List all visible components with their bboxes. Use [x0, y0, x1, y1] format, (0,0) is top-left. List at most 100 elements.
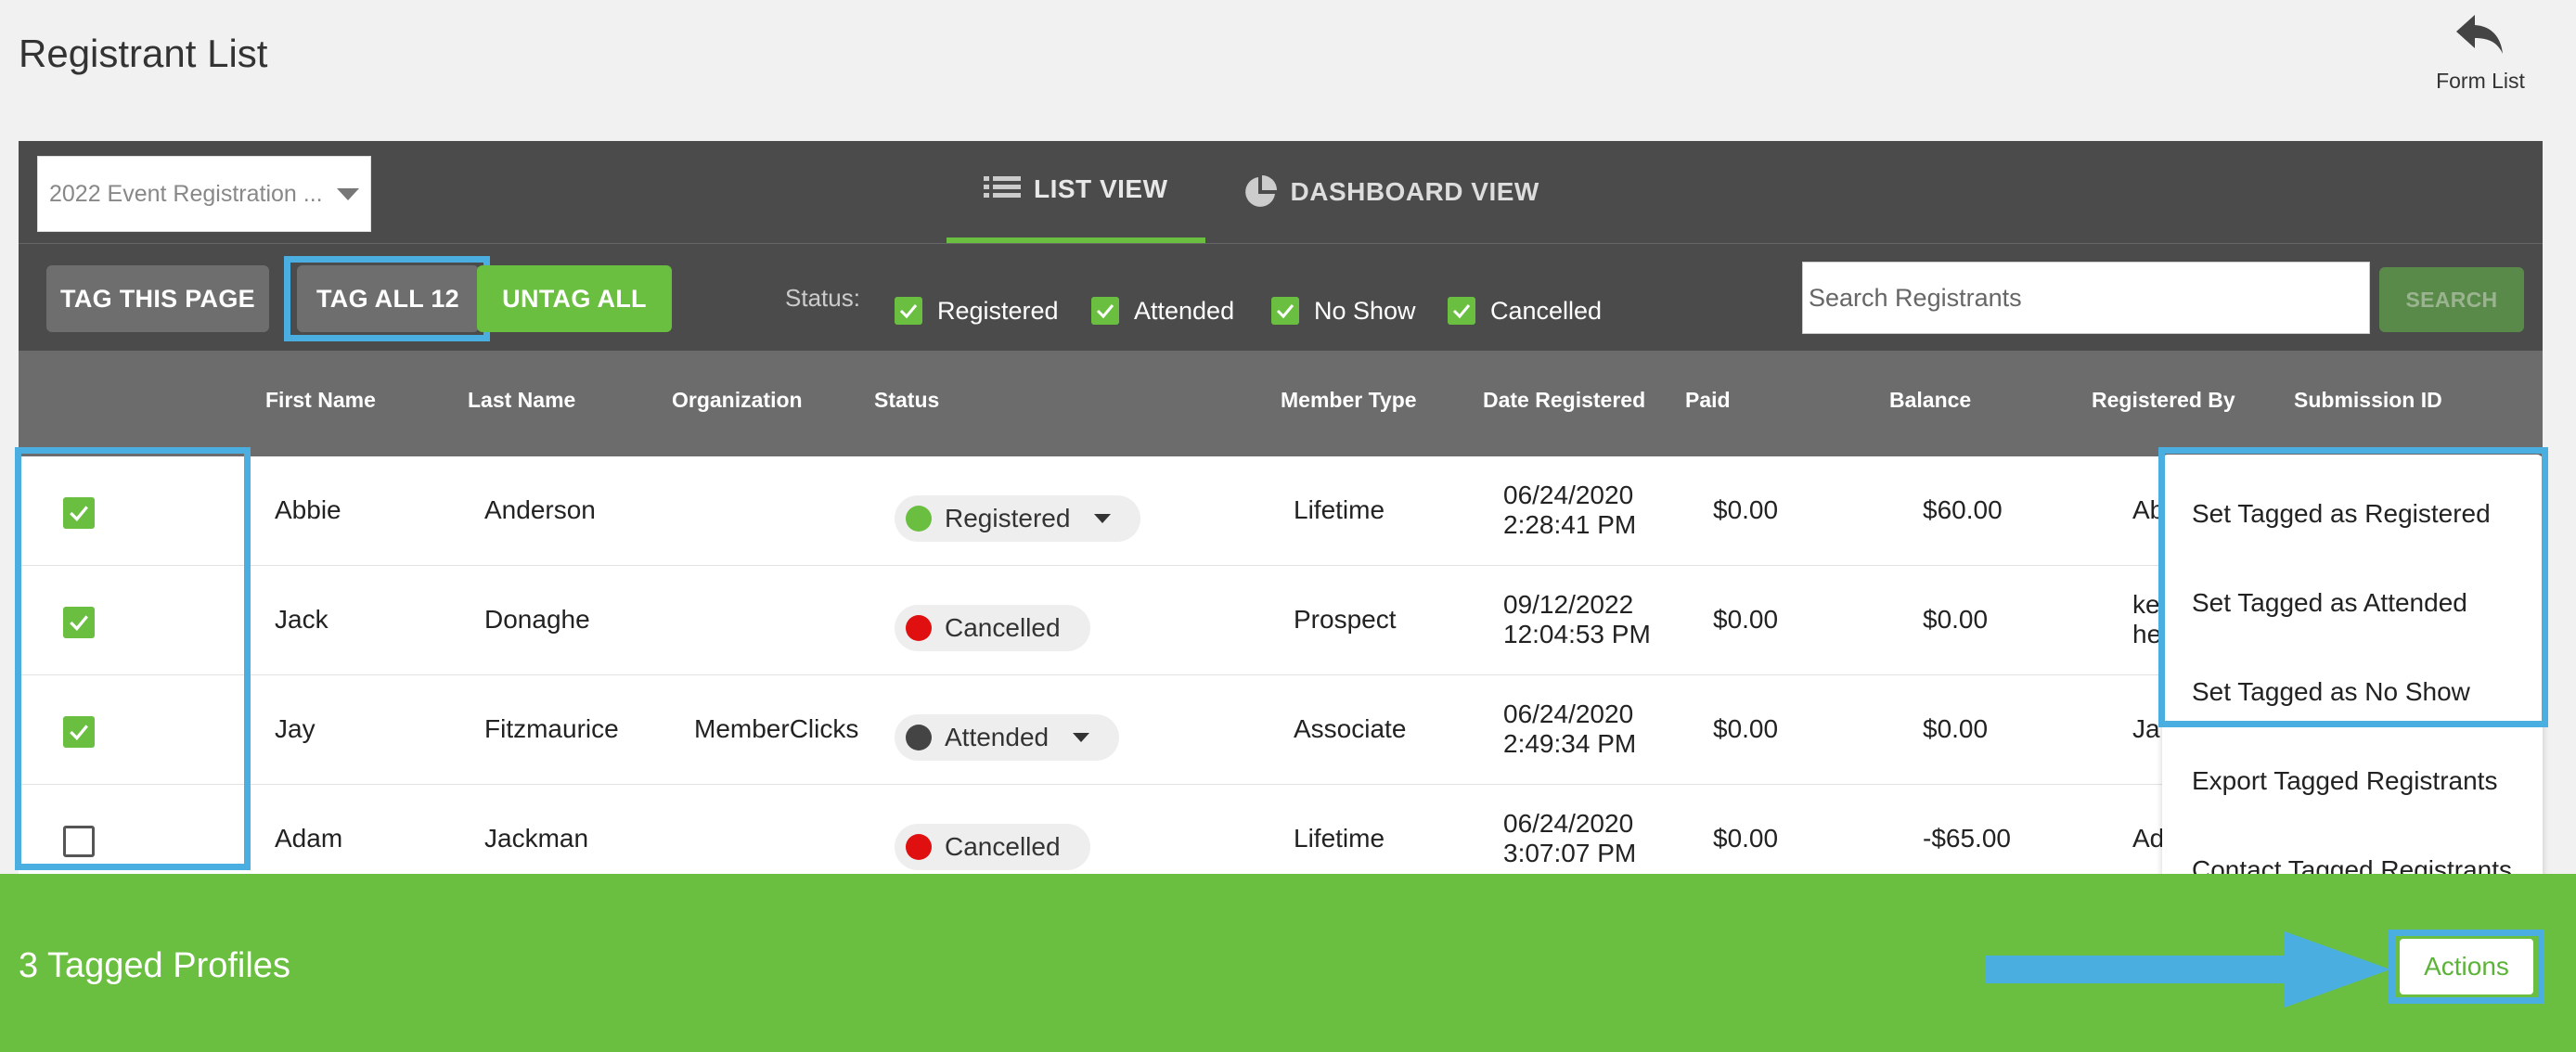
row-checkbox[interactable] [63, 607, 95, 638]
tag-all-button[interactable]: TAG ALL 12 [297, 265, 479, 332]
first-name: Jay [275, 714, 316, 743]
first-name: Abbie [275, 495, 341, 524]
status-value: Cancelled [945, 832, 1061, 861]
event-select-value: 2022 Event Registration ... [49, 180, 323, 207]
column-header[interactable]: Balance [1889, 388, 1971, 413]
status-filter-attended-label: Attended [1134, 296, 1235, 325]
tab-dashboard-view[interactable]: DASHBOARD VIEW [1205, 141, 1577, 243]
status-filter-registered-label: Registered [937, 296, 1059, 325]
paid: $0.00 [1713, 605, 1779, 634]
status-badge: Cancelled [895, 605, 1090, 651]
menu-item-set-registered[interactable]: Set Tagged as Registered [2192, 499, 2491, 529]
status-filter-registered[interactable]: Registered [895, 282, 1059, 340]
registered-by: Ab [2132, 495, 2165, 524]
member-type: Lifetime [1294, 824, 1385, 853]
checkbox-checked-icon [895, 297, 922, 325]
column-header[interactable]: Paid [1685, 388, 1731, 413]
status-badge: Cancelled [895, 824, 1090, 870]
page-title: Registrant List [19, 32, 268, 75]
list-icon [984, 176, 1021, 198]
balance: -$65.00 [1923, 824, 2011, 853]
tab-list-view[interactable]: LIST VIEW [947, 141, 1205, 243]
checkmark-icon [70, 506, 88, 521]
status-filter-cancelled-label: Cancelled [1490, 296, 1603, 325]
chevron-down-icon [1094, 514, 1112, 523]
status-value: Attended [945, 723, 1050, 751]
status-dot-icon [906, 834, 932, 860]
balance: $60.00 [1923, 495, 2003, 524]
member-type: Prospect [1294, 605, 1397, 634]
status-filter-attended[interactable]: Attended [1091, 282, 1234, 340]
row-checkbox[interactable] [63, 826, 95, 857]
registered-by: Ad [2132, 824, 2165, 853]
column-header[interactable]: Status [874, 388, 939, 413]
row-checkbox[interactable] [63, 497, 95, 529]
pie-chart-icon [1244, 175, 1277, 207]
status-filter-cancelled[interactable]: Cancelled [1448, 282, 1602, 340]
column-header[interactable]: Registered By [2092, 388, 2235, 413]
toolbar-panel: 2022 Event Registration ... LIST VIEW DA… [19, 141, 2543, 456]
date-registered-date: 06/24/2020 [1503, 481, 1634, 509]
search-input[interactable] [1802, 262, 2370, 334]
registered-by: Ja [2132, 714, 2160, 743]
date-registered-date: 09/12/2022 [1503, 590, 1634, 619]
form-list-label: Form List [2436, 69, 2525, 93]
panel-divider [19, 243, 2543, 244]
last-name: Anderson [484, 495, 596, 524]
date-registered-date: 06/24/2020 [1503, 699, 1634, 728]
status-dot-icon [906, 725, 932, 751]
checkmark-icon [70, 615, 88, 631]
back-arrow-icon [2456, 15, 2503, 54]
registered-by-line2: he [2132, 620, 2162, 648]
checkbox-checked-icon [1091, 297, 1119, 325]
chevron-down-icon [337, 188, 359, 200]
event-select[interactable]: 2022 Event Registration ... [37, 156, 371, 232]
column-header[interactable]: Organization [672, 388, 803, 413]
checkbox-checked-icon [1448, 297, 1475, 325]
actions-menu: Set Tagged as Registered Set Tagged as A… [2162, 455, 2543, 930]
registered-by: ke [2132, 590, 2160, 619]
row-checkbox[interactable] [63, 716, 95, 748]
last-name: Donaghe [484, 605, 590, 634]
column-header[interactable]: Submission ID [2294, 388, 2442, 413]
status-filter-label: Status: [785, 284, 860, 312]
form-list-link[interactable]: Form List [2420, 9, 2541, 94]
paid: $0.00 [1713, 714, 1779, 743]
tag-this-page-button[interactable]: TAG THIS PAGE [46, 265, 269, 332]
paid: $0.00 [1713, 824, 1779, 853]
organization: MemberClicks [694, 714, 859, 743]
menu-item-export-tagged[interactable]: Export Tagged Registrants [2192, 766, 2497, 796]
date-registered-time: 2:28:41 PM [1503, 510, 1637, 539]
actions-button[interactable]: Actions [2400, 939, 2533, 994]
search-button[interactable]: SEARCH [2379, 267, 2524, 332]
status-filter-no-show[interactable]: No Show [1271, 282, 1416, 340]
status-dot-icon [906, 506, 932, 532]
menu-item-set-attended[interactable]: Set Tagged as Attended [2192, 588, 2467, 618]
date-registered-time: 12:04:53 PM [1503, 620, 1651, 648]
status-value: Cancelled [945, 613, 1061, 642]
tab-dashboard-view-label: DASHBOARD VIEW [1290, 177, 1539, 206]
chevron-down-icon [1073, 733, 1090, 742]
column-header[interactable]: Member Type [1281, 388, 1417, 413]
paid: $0.00 [1713, 495, 1779, 524]
tab-list-view-label: LIST VIEW [1034, 174, 1168, 203]
column-header[interactable]: First Name [265, 388, 376, 413]
status-dropdown[interactable]: Registered [895, 495, 1141, 542]
checkbox-checked-icon [1271, 297, 1299, 325]
balance: $0.00 [1923, 605, 1989, 634]
tagged-footer-bar: 3 Tagged Profiles Actions [0, 874, 2576, 1052]
menu-item-set-no-show[interactable]: Set Tagged as No Show [2192, 677, 2470, 707]
status-dropdown[interactable]: Attended [895, 714, 1120, 761]
untag-all-button[interactable]: UNTAG ALL [477, 265, 672, 332]
status-dot-icon [906, 615, 932, 641]
column-header[interactable]: Last Name [468, 388, 575, 413]
member-type: Lifetime [1294, 495, 1385, 524]
status-filter-no-show-label: No Show [1314, 296, 1416, 325]
tagged-count: 3 Tagged Profiles [19, 946, 290, 985]
first-name: Jack [275, 605, 328, 634]
member-type: Associate [1294, 714, 1407, 743]
date-registered-date: 06/24/2020 [1503, 809, 1634, 838]
column-header[interactable]: Date Registered [1483, 388, 1645, 413]
first-name: Adam [275, 824, 343, 853]
view-tabs: LIST VIEW DASHBOARD VIEW [947, 141, 1577, 243]
